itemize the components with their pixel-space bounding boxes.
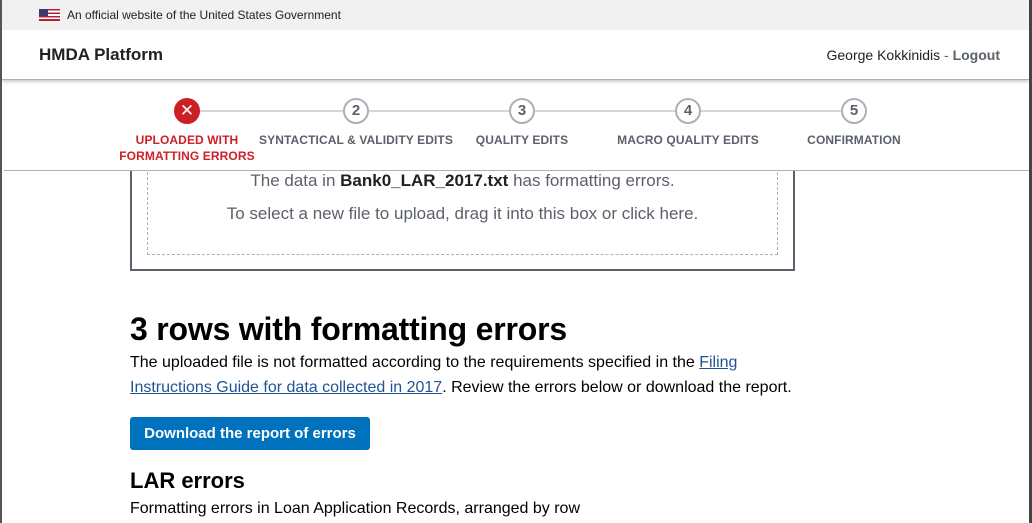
- browser-viewport: An official website of the United States…: [0, 0, 1032, 523]
- progress-steps: ✕ UPLOADED WITH FORMATTING ERRORS 2 SYNT…: [4, 81, 1029, 171]
- dropzone-status-text: The data in Bank0_LAR_2017.txt has forma…: [148, 171, 777, 191]
- lar-errors-heading: LAR errors: [130, 468, 245, 493]
- user-separator: -: [940, 46, 953, 63]
- lar-errors-description: Formatting errors in Loan Application Re…: [130, 500, 580, 517]
- step-number-4-icon: 4: [675, 98, 701, 124]
- user-box: George Kokkinidis - Logout: [827, 47, 1001, 63]
- step-confirmation: 5 CONFIRMATION: [754, 98, 954, 148]
- dropzone-status-prefix: The data in: [250, 171, 341, 190]
- step-number-5-icon: 5: [841, 98, 867, 124]
- logout-link[interactable]: Logout: [953, 47, 1000, 63]
- error-x-icon: ✕: [174, 98, 200, 124]
- step-uploaded-label-line2: FORMATTING ERRORS: [119, 149, 255, 163]
- dropzone-status-suffix: has formatting errors.: [508, 171, 675, 190]
- dropzone-filename: Bank0_LAR_2017.txt: [340, 171, 509, 190]
- step-number-2-icon: 2: [343, 98, 369, 124]
- us-flag-icon: [39, 9, 60, 21]
- gov-banner: An official website of the United States…: [2, 0, 1029, 30]
- user-name: George Kokkinidis: [826, 46, 941, 63]
- brand-title[interactable]: HMDA Platform: [39, 45, 163, 65]
- site-header: HMDA Platform George Kokkinidis - Logout: [2, 30, 1029, 80]
- gov-banner-text: An official website of the United States…: [67, 8, 341, 22]
- step-confirmation-label: CONFIRMATION: [807, 133, 901, 147]
- errors-description: The uploaded file is not formatted accor…: [130, 350, 810, 400]
- step-number-3-icon: 3: [509, 98, 535, 124]
- dropzone-instructions[interactable]: To select a new file to upload, drag it …: [148, 204, 777, 224]
- errors-description-prefix: The uploaded file is not formatted accor…: [130, 354, 700, 371]
- errors-description-suffix: . Review the errors below or download th…: [442, 379, 792, 396]
- download-report-button[interactable]: Download the report of errors: [130, 417, 370, 450]
- page-title: 3 rows with formatting errors: [130, 311, 567, 347]
